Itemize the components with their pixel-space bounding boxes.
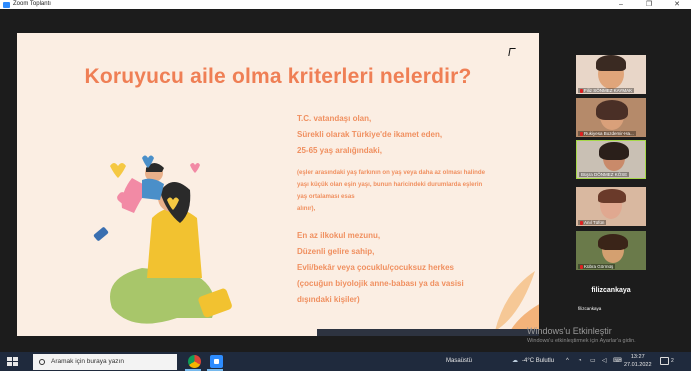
criteria-line: Sürekli olarak Türkiye'de ikamet eden, [297,130,443,139]
criteria-note-line: yaşı küçük olan eşin yaşı, bunun haricin… [297,181,483,188]
criteria-line: T.C. vatandaşı olan, [297,114,372,123]
window-title: Zoom Toplantı [13,1,51,7]
activation-watermark-text: Windows'u etkinleştirmek için Ayarlar'a … [527,338,636,344]
chevron-up-icon[interactable]: ^ [566,352,569,371]
participant-tile[interactable]: Rukiyesa Bozdemir-Ha... [576,98,646,137]
notification-icon[interactable] [660,357,669,365]
self-name-label: filizcankaya [578,306,602,311]
zoom-taskbar-icon[interactable] [210,355,223,368]
taskbar: Aramak için buraya yazın Masaüstü ☁ -4°C… [0,352,691,371]
taskbar-search-box[interactable]: Aramak için buraya yazın [33,353,177,370]
criteria-line: (çocuğun biyolojik anne-babası ya da vas… [297,279,464,288]
minimize-button[interactable]: – [607,0,635,9]
participant-name: Büşra DÖNMEZ KÖSE [579,172,630,177]
muted-mic-icon [580,220,583,225]
participant-tile-active-speaker[interactable]: Büşra DÖNMEZ KÖSE [576,140,646,179]
slide-footer-bar [317,329,539,336]
criteria-line: Düzenli gelire sahip, [297,247,375,256]
criteria-line: 25-65 yaş aralığındaki, [297,146,382,155]
clock-date: 27.01.2022 [624,361,652,368]
criteria-line: En az ilkokul mezunu, [297,231,381,240]
criteria-line: Evli/bekâr veya çocuklu/çocuksuz herkes [297,263,454,272]
clock-time: 13:27 [630,354,645,360]
maximize-button[interactable]: ❐ [635,0,663,9]
language-icon[interactable]: ⌨ [613,352,622,371]
shared-slide: Koruyucu aile olma kriterleri nelerdir? [17,33,539,336]
zoom-window: Zoom Toplantı – ❐ ✕ Koruyucu aile olma k… [0,0,691,352]
criteria-note-line: (eşler arasındaki yaş farkının on yaş ve… [297,169,485,176]
meeting-stage: Koruyucu aile olma kriterleri nelerdir? [0,9,691,352]
weather-text[interactable]: -4°C Bulutlu [522,352,554,371]
participant-tile[interactable]: Kübra Görmüş [576,231,646,270]
participant-tile[interactable]: Filiz SÖNMEZ KAYMAK [576,55,646,94]
participant-name: Kübra Görmüş [584,264,614,269]
criteria-note-line: alınır), [297,205,316,212]
search-icon [39,358,45,365]
participant-name: Rukiyesa Bozdemir-Ha... [584,131,634,136]
slide-title: Koruyucu aile olma kriterleri nelerdir? [84,65,472,88]
criteria-note-line: yaş ortalaması esas [297,193,355,200]
desktop-label[interactable]: Masaüstü [446,352,472,371]
muted-mic-icon [580,131,583,136]
zoom-app-icon [3,1,10,8]
network-icon[interactable]: ◔ [578,352,582,371]
self-view-tile[interactable]: filizcankaya filizcankaya [576,273,646,312]
search-placeholder: Aramak için buraya yazın [51,358,124,365]
system-clock[interactable]: 13:27 27.01.2022 [624,354,652,369]
battery-icon[interactable]: ▭ [590,352,596,371]
muted-mic-icon [580,88,583,93]
volume-icon[interactable]: ◁ [602,352,607,371]
notification-count: 2 [671,358,674,364]
family-illustration [93,155,232,324]
participant-name: Anıl Tüfün [584,220,605,225]
leaf-decoration [495,271,539,336]
activation-watermark-title: Windows'u Etkinleştir [527,326,612,336]
participant-name: Filiz SÖNMEZ KAYMAK [584,88,633,93]
participant-tile[interactable]: Anıl Tüfün [576,187,646,226]
title-bar: Zoom Toplantı – ❐ ✕ [0,0,691,9]
chrome-icon[interactable] [188,355,201,368]
close-button[interactable]: ✕ [663,0,691,9]
windows-start-icon[interactable] [7,357,18,366]
muted-mic-icon [580,264,583,269]
self-display-name: filizcankaya [591,287,631,294]
criteria-line: dışındaki kişiler) [297,295,360,304]
cloud-icon: ☁ [512,358,518,364]
